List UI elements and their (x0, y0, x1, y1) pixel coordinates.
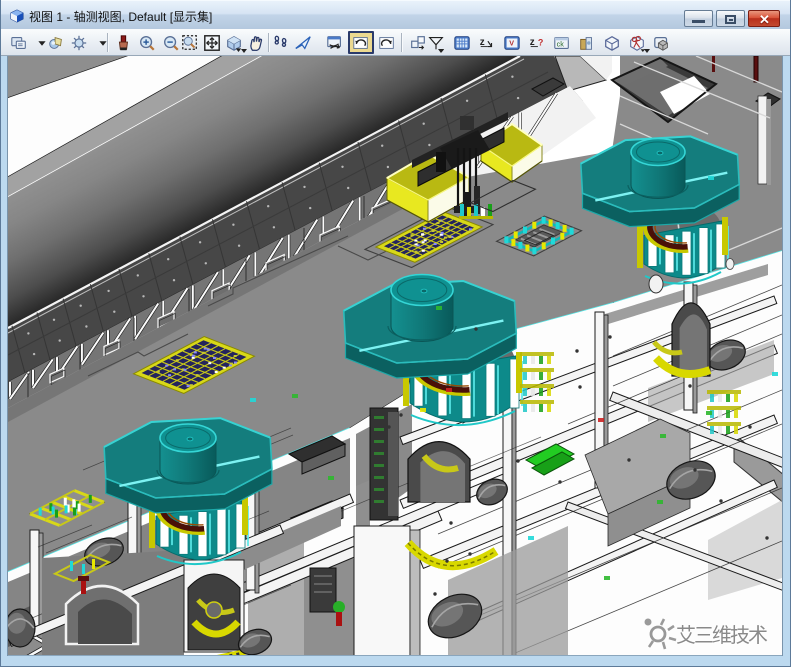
svg-text:z: z (480, 37, 485, 48)
svg-text:?: ? (538, 38, 544, 48)
svg-text:艾三维技术: 艾三维技术 (676, 624, 768, 647)
svg-text:z: z (530, 37, 535, 48)
svg-text:ck: ck (557, 40, 565, 49)
svg-text:V: V (509, 39, 514, 48)
